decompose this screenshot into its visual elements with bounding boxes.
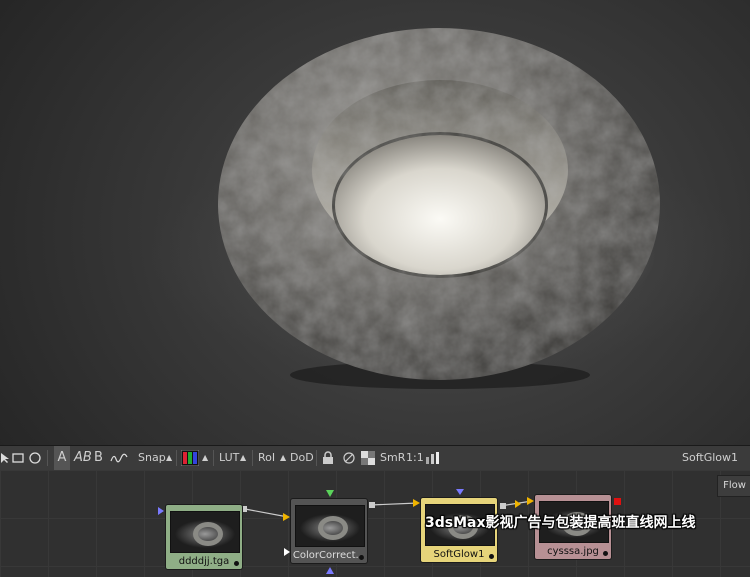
node-label: cysssa.jpg	[547, 546, 599, 557]
checker-icon[interactable]	[361, 451, 375, 465]
rectangle-icon[interactable]	[12, 452, 24, 464]
roi-arrow-icon[interactable]: ▲	[280, 446, 286, 470]
dod-button[interactable]: DoD	[290, 446, 314, 470]
node-status-dot	[234, 561, 239, 566]
snap-arrow-icon[interactable]: ▲	[166, 446, 172, 470]
tab-flow[interactable]: Flow	[717, 475, 750, 497]
node-label: ddddjj.tga	[178, 556, 230, 567]
active-tool-name: SoftGlow1	[682, 451, 739, 464]
input-arrow-icon	[283, 513, 290, 521]
watermark-text: 3dsMax影视广告与包装提高班直线网上线	[425, 515, 696, 531]
node-label: ColorCorrect...	[292, 550, 366, 561]
lut-arrow-icon[interactable]: ▲	[240, 446, 246, 470]
lock-icon[interactable]	[322, 451, 334, 465]
bold-b-button[interactable]: B	[94, 446, 103, 470]
node-colorcorrector[interactable]: ColorCorrect...	[290, 498, 368, 564]
node-thumbnail	[295, 505, 365, 547]
smr-button[interactable]: SmR	[380, 446, 405, 470]
ratio-button[interactable]: 1:1	[406, 446, 424, 470]
node-thumbnail	[170, 511, 240, 553]
node-status-dot	[359, 555, 364, 560]
pointer-icon[interactable]	[0, 452, 10, 464]
ellipse-icon[interactable]	[29, 452, 41, 464]
scribble-icon[interactable]	[110, 453, 128, 463]
torus-render	[0, 0, 750, 445]
roi-button[interactable]: RoI	[258, 446, 275, 470]
channel-arrow-icon[interactable]: ▲	[202, 446, 208, 470]
lut-button[interactable]: LUT	[219, 446, 239, 470]
viewer-panel[interactable]	[0, 0, 750, 445]
text-ab-button[interactable]: AB	[74, 446, 92, 470]
snap-button[interactable]: Snap	[138, 446, 166, 470]
node-label: SoftGlow1	[433, 549, 485, 560]
node-loader-ddddjj[interactable]: ddddjj.tga	[165, 504, 243, 570]
color-channel-icon[interactable]	[181, 450, 199, 466]
input-arrow-icon	[413, 499, 420, 507]
node-status-dot	[489, 554, 494, 559]
node-status-dot	[603, 551, 608, 556]
level-bars-icon[interactable]	[425, 452, 439, 464]
link-icon[interactable]	[342, 451, 356, 465]
input-arrow-icon	[527, 497, 534, 505]
text-tool-a-button[interactable]: A	[54, 446, 70, 470]
viewer-toolbar: A AB B Snap ▲ ▲ LUT ▲ RoI ▲ DoD SmR 1:1 …	[0, 445, 750, 471]
